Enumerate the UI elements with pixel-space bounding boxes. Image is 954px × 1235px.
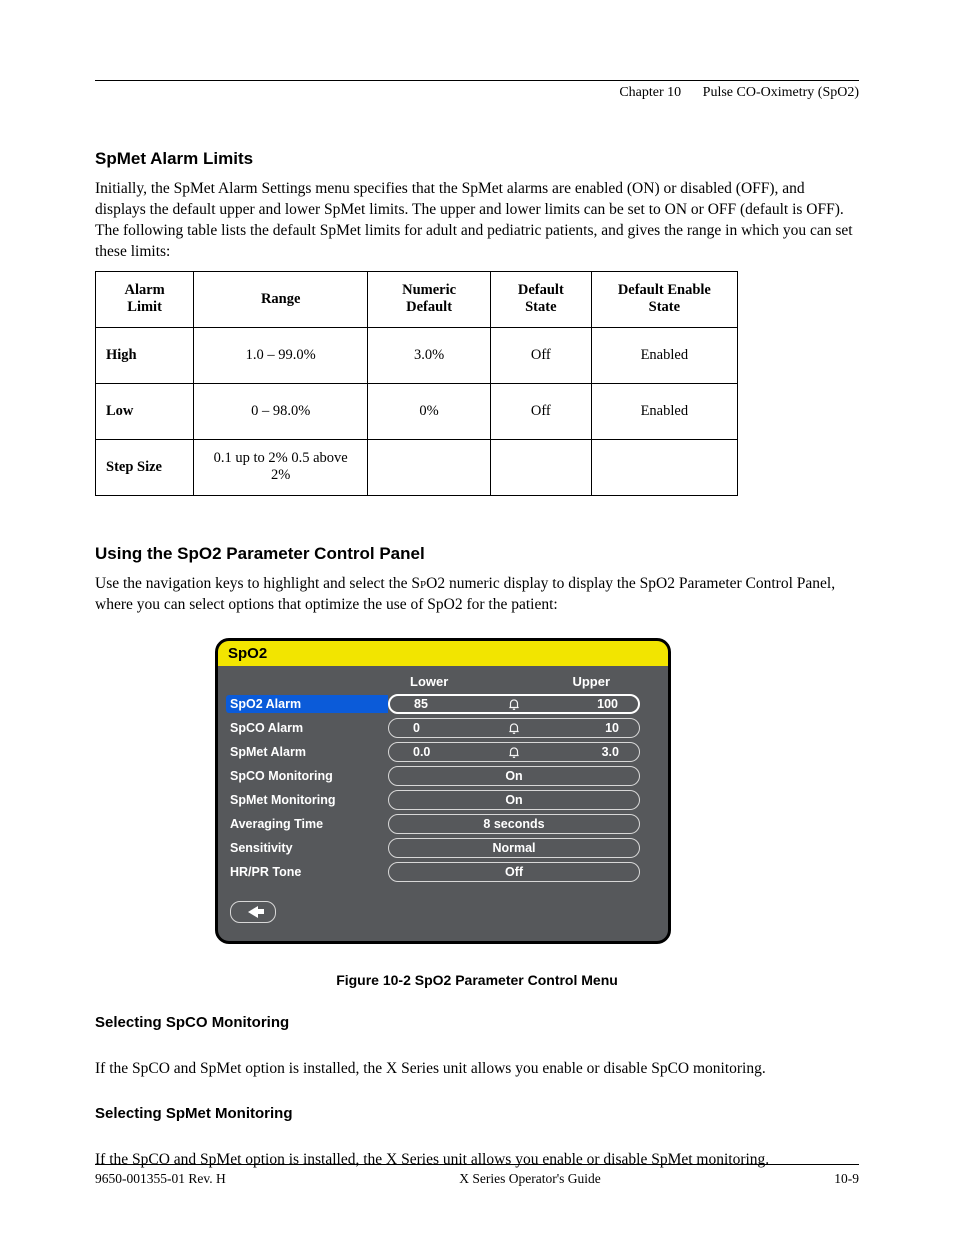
spo2-lower: 85	[414, 697, 428, 711]
chapter-label: Chapter 10	[619, 85, 681, 100]
field-hrpr-tone[interactable]: Off	[388, 862, 640, 882]
field-spmet-alarm[interactable]: 0.0 3.0	[388, 742, 640, 762]
bell-icon	[507, 721, 521, 735]
back-button[interactable]	[230, 901, 276, 923]
label-spo2-alarm[interactable]: SpO2 Alarm	[226, 695, 388, 713]
field-sensitivity[interactable]: Normal	[388, 838, 640, 858]
cell-high-range: 1.0 – 99.0%	[194, 327, 368, 383]
cell-low-range: 0 – 98.0%	[194, 383, 368, 439]
label-hrpr-tone[interactable]: HR/PR Tone	[230, 865, 388, 879]
spmet-limits-table: Alarm Limit Range Numeric Default Defaul…	[95, 271, 738, 496]
field-averaging-time[interactable]: 8 seconds	[388, 814, 640, 834]
cell-step-label: Step Size	[96, 439, 194, 495]
averaging-value: 8 seconds	[483, 817, 544, 831]
table-row: Step Size 0.1 up to 2% 0.5 above 2%	[96, 439, 738, 495]
control-panel-intro: Use the navigation keys to highlight and…	[95, 574, 859, 616]
field-spmet-monitoring[interactable]: On	[388, 790, 640, 810]
row-spco-monitoring: SpCO Monitoring On	[230, 765, 640, 787]
panel-column-headers: Lower Upper	[410, 674, 610, 689]
label-sensitivity[interactable]: Sensitivity	[230, 841, 388, 855]
field-spco-monitoring[interactable]: On	[388, 766, 640, 786]
cell-low-numdef: 0%	[368, 383, 491, 439]
cell-low-label: Low	[96, 383, 194, 439]
row-spo2-alarm: SpO2 Alarm 85 100	[230, 693, 640, 715]
table-row: Low 0 – 98.0% 0% Off Enabled	[96, 383, 738, 439]
row-sensitivity: Sensitivity Normal	[230, 837, 640, 859]
row-averaging-time: Averaging Time 8 seconds	[230, 813, 640, 835]
bell-icon	[507, 745, 521, 759]
th-numeric-default: Numeric Default	[368, 271, 491, 327]
th-alarm-limit: Alarm Limit	[96, 271, 194, 327]
panel-title: SpO2	[218, 641, 668, 666]
field-spco-alarm[interactable]: 0 10	[388, 718, 640, 738]
cell-high-numdef: 3.0%	[368, 327, 491, 383]
header-divider	[95, 80, 859, 81]
text-spco-monitoring: If the SpCO and SpMet option is installe…	[95, 1059, 859, 1080]
th-range: Range	[194, 271, 368, 327]
spco-lower: 0	[413, 721, 420, 735]
label-spmet-alarm[interactable]: SpMet Alarm	[230, 745, 388, 759]
sensitivity-value: Normal	[492, 841, 535, 855]
label-averaging-time[interactable]: Averaging Time	[230, 817, 388, 831]
row-spmet-alarm: SpMet Alarm 0.0 3.0	[230, 741, 640, 763]
cell-high-label: High	[96, 327, 194, 383]
field-spo2-alarm[interactable]: 85 100	[388, 694, 640, 714]
spco-upper: 10	[605, 721, 619, 735]
spmet-lower: 0.0	[413, 745, 430, 759]
row-spmet-monitoring: SpMet Monitoring On	[230, 789, 640, 811]
arrow-left-icon	[248, 906, 258, 918]
spco-mon-value: On	[505, 769, 522, 783]
figure-caption: Figure 10-2 SpO2 Parameter Control Menu	[95, 972, 859, 988]
cell-low-enable: Enabled	[591, 383, 737, 439]
th-default-state: Default State	[490, 271, 591, 327]
spo2-parameter-control-panel: SpO2 Lower Upper SpO2 Alarm 85 100 SpCO …	[215, 638, 671, 944]
row-spco-alarm: SpCO Alarm 0 10	[230, 717, 640, 739]
th-default-enable: Default Enable State	[591, 271, 737, 327]
col-upper: Upper	[572, 674, 610, 689]
col-lower: Lower	[410, 674, 448, 689]
section-label: Pulse CO-Oximetry (SpO2)	[703, 85, 859, 100]
cell-step-val: 0.1 up to 2% 0.5 above 2%	[194, 439, 368, 495]
page-header-right: Chapter 10 Pulse CO-Oximetry (SpO2)	[95, 85, 859, 101]
label-spmet-monitoring[interactable]: SpMet Monitoring	[230, 793, 388, 807]
footer-doc-title: X Series Operator's Guide	[459, 1171, 601, 1187]
table-row: High 1.0 – 99.0% 3.0% Off Enabled	[96, 327, 738, 383]
hrpr-value: Off	[505, 865, 523, 879]
spmet-upper: 3.0	[602, 745, 619, 759]
cell-high-state: Off	[490, 327, 591, 383]
page-footer: 9650-001355-01 Rev. H X Series Operator'…	[95, 1164, 859, 1187]
footer-doc-id: 9650-001355-01 Rev. H	[95, 1171, 226, 1187]
section-title-using-control-panel: Using the SpO2 Parameter Control Panel	[95, 544, 859, 564]
bell-icon	[507, 697, 521, 711]
row-hrpr-tone: HR/PR Tone Off	[230, 861, 640, 883]
subheading-spmet-monitoring: Selecting SpMet Monitoring	[95, 1105, 859, 1122]
cell-low-state: Off	[490, 383, 591, 439]
subheading-spco-monitoring: Selecting SpCO Monitoring	[95, 1014, 859, 1031]
label-spco-monitoring[interactable]: SpCO Monitoring	[230, 769, 388, 783]
cell-high-enable: Enabled	[591, 327, 737, 383]
label-spco-alarm[interactable]: SpCO Alarm	[230, 721, 388, 735]
spmet-intro: Initially, the SpMet Alarm Settings menu…	[95, 179, 859, 263]
spmet-mon-value: On	[505, 793, 522, 807]
spo2-upper: 100	[597, 697, 618, 711]
footer-page-number: 10-9	[834, 1171, 859, 1187]
section-title-spmet-limits: SpMet Alarm Limits	[95, 149, 859, 169]
